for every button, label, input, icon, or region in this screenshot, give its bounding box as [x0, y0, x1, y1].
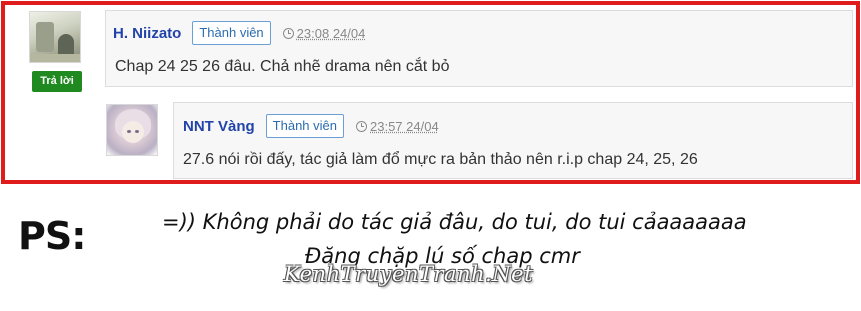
timestamp-text[interactable]: 23:08 24/04 — [297, 26, 366, 41]
timestamp-text[interactable]: 23:57 24/04 — [370, 119, 439, 134]
avatar[interactable] — [29, 11, 81, 63]
avatar-shape — [122, 121, 144, 143]
role-badge: Thành viên — [192, 21, 271, 45]
highlight-frame: Trả lời H. Niizato Thành viên 23:08 24/0… — [1, 1, 860, 184]
comment-header: H. Niizato Thành viên 23:08 24/04 — [113, 21, 365, 45]
timestamp: 23:57 24/04 — [356, 119, 439, 134]
avatar-shape — [135, 130, 139, 133]
clock-icon — [356, 120, 367, 132]
timestamp: 23:08 24/04 — [282, 26, 366, 41]
role-badge: Thành viên — [265, 114, 344, 138]
reply-header: NNT Vàng Thành viên 23:57 24/04 — [183, 114, 439, 138]
ps-label: PS: — [18, 214, 86, 258]
username-link[interactable]: NNT Vàng — [183, 118, 255, 135]
avatar-shape — [127, 130, 131, 133]
comment-text: Chap 24 25 26 đâu. Chả nhẽ drama nên cắt… — [115, 58, 450, 75]
avatar-shape — [36, 22, 54, 52]
reply-text: 27.6 nói rồi đấy, tác giả làm đổ mực ra … — [183, 151, 698, 168]
watermark: KenhTruyenTranh.Net — [284, 262, 534, 286]
avatar[interactable] — [106, 104, 158, 156]
clock-icon — [282, 27, 294, 39]
username-link[interactable]: H. Niizato — [113, 25, 181, 42]
note-line-1: =)) Không phải do tác giả đâu, do tui, d… — [162, 210, 747, 234]
reply-button[interactable]: Trả lời — [32, 71, 82, 92]
avatar-shape — [58, 34, 74, 56]
avatar-shape — [30, 54, 80, 62]
